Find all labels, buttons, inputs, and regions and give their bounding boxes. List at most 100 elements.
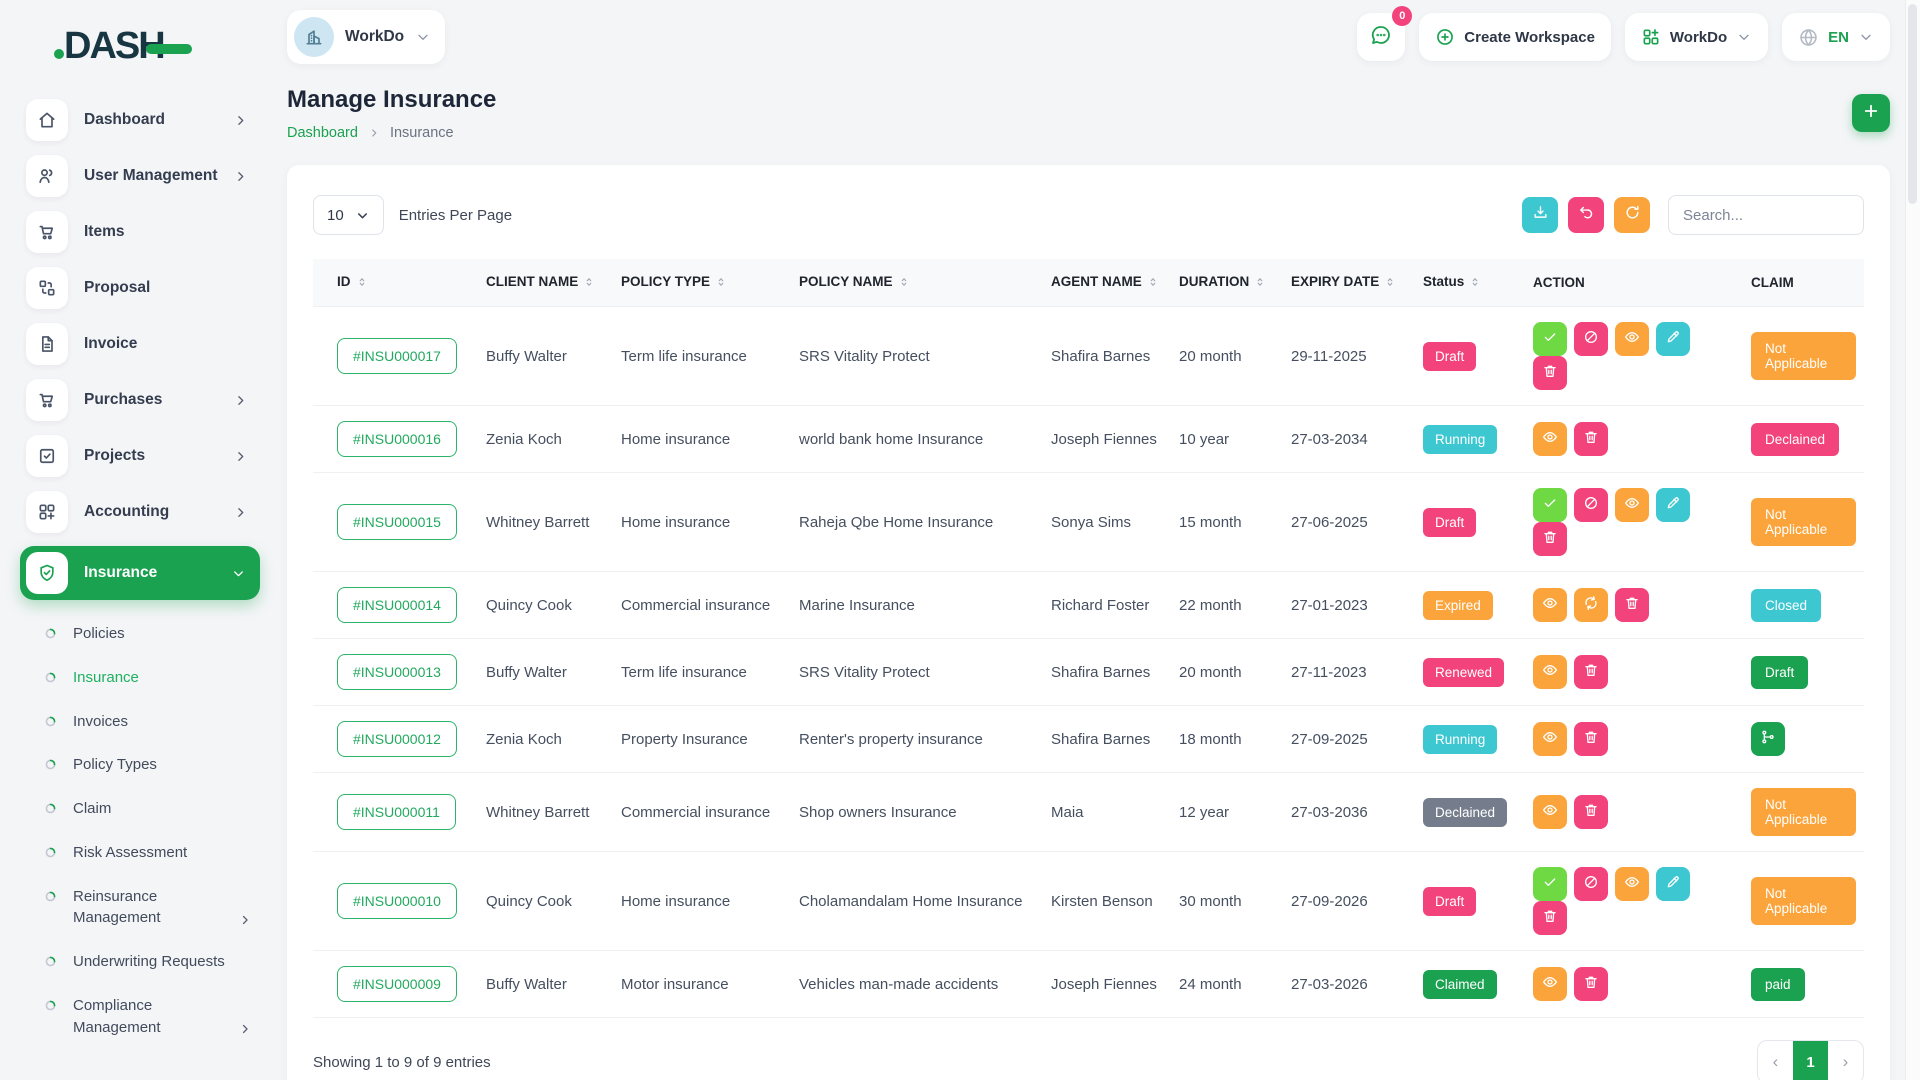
insurance-id-link[interactable]: #INSU000009 xyxy=(337,966,457,1002)
claim-action-button[interactable] xyxy=(1751,722,1785,756)
sidebar-item-projects[interactable]: Projects xyxy=(26,434,254,478)
claim-status-badge[interactable]: paid xyxy=(1751,968,1805,1001)
sidebar-subitem-insurance[interactable]: Insurance xyxy=(30,656,262,700)
insurance-id-link[interactable]: #INSU000014 xyxy=(337,587,457,623)
edit-button[interactable] xyxy=(1656,322,1690,356)
sidebar-item-invoice[interactable]: Invoice xyxy=(26,322,254,366)
sidebar-subitem-invoices[interactable]: Invoices xyxy=(30,700,262,744)
sidebar-item-user-management[interactable]: User Management xyxy=(26,154,254,198)
sidebar-subitem-policies[interactable]: Policies xyxy=(30,612,262,656)
search-input[interactable] xyxy=(1668,195,1864,235)
column-header-policy-name[interactable]: POLICY NAME xyxy=(791,259,1043,307)
insurance-id-link[interactable]: #INSU000015 xyxy=(337,504,457,540)
delete-button[interactable] xyxy=(1574,722,1608,756)
reject-button[interactable] xyxy=(1574,867,1608,901)
claim-status-badge[interactable]: Declained xyxy=(1751,423,1839,456)
delete-button[interactable] xyxy=(1574,422,1608,456)
add-insurance-button[interactable] xyxy=(1852,94,1890,132)
delete-button[interactable] xyxy=(1533,356,1567,390)
delete-button[interactable] xyxy=(1533,901,1567,935)
sidebar-item-accounting[interactable]: Accounting xyxy=(26,490,254,534)
refresh-button[interactable] xyxy=(1614,197,1650,233)
messages-button[interactable]: 0 xyxy=(1357,13,1405,61)
globe-icon xyxy=(1798,27,1819,48)
reject-button[interactable] xyxy=(1574,488,1608,522)
scrollbar-thumb[interactable] xyxy=(1908,4,1917,204)
sidebar-subitem-policy-types[interactable]: Policy Types xyxy=(30,743,262,787)
sidebar-subitem-claim[interactable]: Claim xyxy=(30,787,262,831)
view-button[interactable] xyxy=(1533,795,1567,829)
view-button[interactable] xyxy=(1533,967,1567,1001)
approve-button[interactable] xyxy=(1533,867,1567,901)
chevron-down-icon xyxy=(415,29,431,45)
edit-icon xyxy=(1665,329,1681,349)
approve-button[interactable] xyxy=(1533,488,1567,522)
entries-per-page-select[interactable]: 10 xyxy=(313,195,384,235)
view-button[interactable] xyxy=(1533,588,1567,622)
approve-button[interactable] xyxy=(1533,322,1567,356)
column-header-expiry-date[interactable]: EXPIRY DATE xyxy=(1283,259,1415,307)
view-button[interactable] xyxy=(1533,655,1567,689)
view-button[interactable] xyxy=(1615,488,1649,522)
action-cell xyxy=(1525,773,1743,852)
column-header-status[interactable]: Status xyxy=(1415,259,1525,307)
column-header-policy-type[interactable]: POLICY TYPE xyxy=(613,259,791,307)
claim-status-badge[interactable]: Closed xyxy=(1751,589,1821,622)
view-button[interactable] xyxy=(1533,722,1567,756)
column-header-client-name[interactable]: CLIENT NAME xyxy=(478,259,613,307)
sidebar-item-proposal[interactable]: Proposal xyxy=(26,266,254,310)
edit-button[interactable] xyxy=(1656,488,1690,522)
sidebar-item-label: Insurance xyxy=(84,564,231,582)
insurance-id-link[interactable]: #INSU000012 xyxy=(337,721,457,757)
sidebar-subitem-underwriting-requests[interactable]: Underwriting Requests xyxy=(30,940,262,984)
expiry-date-cell: 29-11-2025 xyxy=(1283,307,1415,406)
renew-button[interactable] xyxy=(1574,588,1608,622)
agent-name-cell: Shafira Barnes xyxy=(1043,307,1171,406)
insurance-id-link[interactable]: #INSU000016 xyxy=(337,421,457,457)
delete-button[interactable] xyxy=(1574,795,1608,829)
edit-button[interactable] xyxy=(1656,867,1690,901)
pagination-next-button[interactable]: › xyxy=(1828,1041,1863,1080)
claim-status-badge[interactable]: Not Applicable xyxy=(1751,498,1856,546)
insurance-id-link[interactable]: #INSU000013 xyxy=(337,654,457,690)
export-button[interactable] xyxy=(1522,197,1558,233)
sidebar-subitem-risk-assessment[interactable]: Risk Assessment xyxy=(30,831,262,875)
sidebar-item-insurance[interactable]: Insurance xyxy=(20,546,260,600)
workspace-switcher[interactable]: WorkDo xyxy=(287,10,445,64)
undo-button[interactable] xyxy=(1568,197,1604,233)
sidebar-item-dashboard[interactable]: Dashboard xyxy=(26,98,254,142)
scrollbar[interactable] xyxy=(1905,0,1920,1080)
sidebar-subitem-compliance-management[interactable]: Compliance Management xyxy=(30,984,262,1050)
insurance-id-link[interactable]: #INSU000017 xyxy=(337,338,457,374)
create-workspace-button[interactable]: Create Workspace xyxy=(1419,13,1611,61)
claim-status-badge[interactable]: Not Applicable xyxy=(1751,332,1856,380)
table-header-row: IDCLIENT NAME POLICY TYPE POLICY NAMEAGENT… xyxy=(313,259,1864,307)
language-selector[interactable]: EN xyxy=(1782,13,1890,61)
sidebar-item-purchases[interactable]: Purchases xyxy=(26,378,254,422)
column-header-duration[interactable]: DURATION xyxy=(1171,259,1283,307)
claim-status-badge[interactable]: Not Applicable xyxy=(1751,788,1856,836)
sidebar-subitem-reinsurance-management[interactable]: Reinsurance Management xyxy=(30,875,262,941)
insurance-id-link[interactable]: #INSU000011 xyxy=(337,794,456,830)
workspace-menu-button[interactable]: WorkDo xyxy=(1625,13,1768,61)
sidebar-item-items[interactable]: Items xyxy=(26,210,254,254)
reject-button[interactable] xyxy=(1574,322,1608,356)
insurance-id-link[interactable]: #INSU000010 xyxy=(337,883,457,919)
delete-button[interactable] xyxy=(1574,655,1608,689)
breadcrumb-dashboard-link[interactable]: Dashboard xyxy=(287,125,358,141)
view-button[interactable] xyxy=(1615,322,1649,356)
sidebar-subitem-label: Compliance Management xyxy=(73,995,235,1039)
column-label: POLICY TYPE xyxy=(621,274,710,289)
claim-status-badge[interactable]: Draft xyxy=(1751,656,1808,689)
view-button[interactable] xyxy=(1533,422,1567,456)
delete-button[interactable] xyxy=(1533,522,1567,556)
pagination-prev-button[interactable]: ‹ xyxy=(1758,1041,1793,1080)
column-header-id[interactable]: ID xyxy=(313,259,478,307)
delete-button[interactable] xyxy=(1574,967,1608,1001)
view-button[interactable] xyxy=(1615,867,1649,901)
column-header-agent-name[interactable]: AGENT NAME xyxy=(1043,259,1171,307)
claim-status-badge[interactable]: Not Applicable xyxy=(1751,877,1856,925)
entries-per-page-label: Entries Per Page xyxy=(399,207,512,224)
pagination-page-1-button[interactable]: 1 xyxy=(1793,1041,1828,1080)
delete-button[interactable] xyxy=(1615,588,1649,622)
